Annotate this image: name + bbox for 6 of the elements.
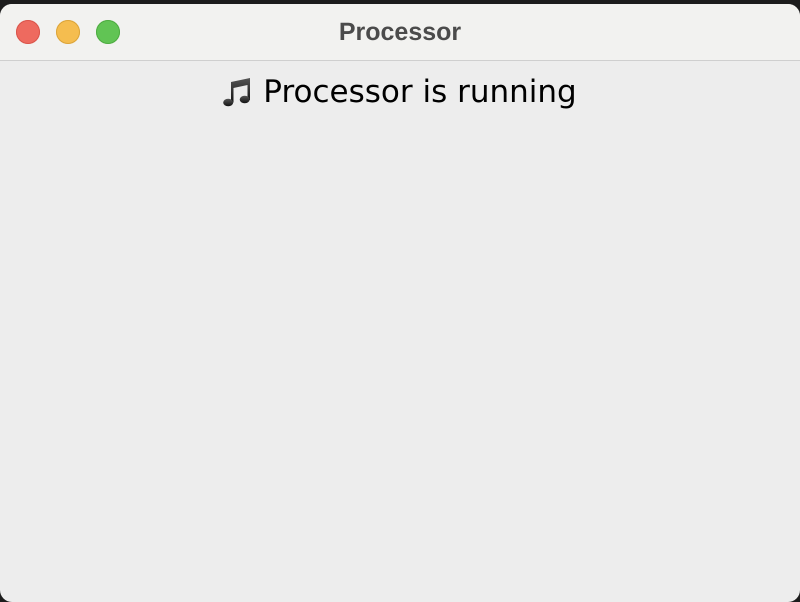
close-icon[interactable] — [16, 20, 40, 44]
minimize-icon[interactable] — [56, 20, 80, 44]
music-note-icon — [223, 77, 252, 107]
status-message: Processor is running — [263, 73, 577, 111]
zoom-icon[interactable] — [96, 20, 120, 44]
window-title: Processor — [338, 18, 462, 46]
